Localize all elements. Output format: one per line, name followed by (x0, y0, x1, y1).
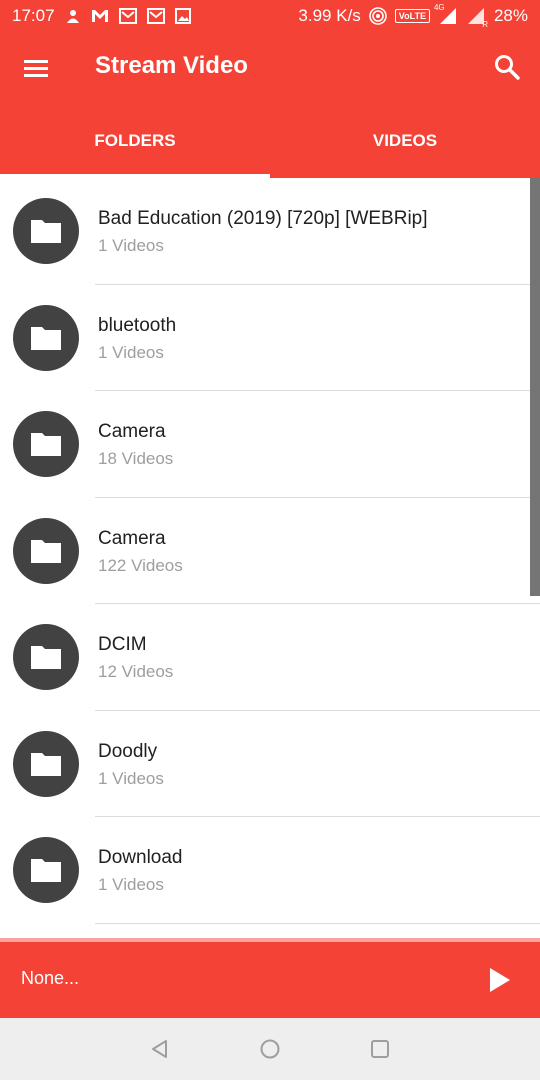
folder-name: Bad Education (2019) [720p] [WEBRip] (98, 208, 428, 229)
folder-video-count: 18 Videos (98, 449, 174, 468)
battery-level: 28% (493, 6, 528, 25)
mini-player[interactable]: None... (0, 942, 540, 1018)
status-time: 17:07 (12, 6, 55, 25)
folder-name: DCIM (98, 634, 147, 655)
folder-item[interactable]: DCIM 12 Videos (0, 604, 540, 711)
folder-list[interactable]: Bad Education (2019) [720p] [WEBRip] 1 V… (0, 178, 540, 938)
folder-icon (13, 837, 79, 903)
folder-video-count: 1 Videos (98, 342, 164, 362)
tab-bar: FOLDERS VIDEOS (0, 104, 540, 178)
folder-video-count: 1 Videos (98, 875, 164, 894)
gmail-icon (91, 9, 109, 23)
folder-icon (13, 198, 79, 264)
folder-name: bluetooth (98, 314, 177, 336)
folder-name: Doodly (98, 740, 158, 762)
folder-item[interactable]: bluetooth 1 Videos (0, 285, 540, 391)
system-nav-bar (0, 1018, 540, 1080)
folder-name: Download (98, 847, 183, 868)
back-icon[interactable] (148, 1037, 172, 1061)
folder-icon (13, 624, 79, 690)
folder-video-count: 1 Videos (98, 768, 164, 788)
folder-icon (13, 304, 79, 371)
signal-roaming-icon: R (466, 7, 488, 29)
folder-item[interactable]: Camera 122 Videos (0, 498, 540, 604)
signal-icon: 4G (434, 3, 458, 25)
divider (95, 922, 540, 924)
tab-videos[interactable]: VIDEOS (270, 104, 540, 178)
folder-icon (13, 411, 79, 477)
folder-icon (13, 730, 79, 797)
app-bar: Stream Video (0, 32, 540, 104)
notification-app-icon (65, 8, 81, 24)
tab-folders[interactable]: FOLDERS (0, 104, 270, 178)
home-icon[interactable] (258, 1037, 282, 1061)
mail-icon (118, 8, 137, 24)
folder-name: Camera (98, 527, 166, 549)
image-icon (174, 8, 191, 24)
volte-badge: VoLTE (394, 9, 430, 23)
status-bar: 17:07 3.99 K/s VoLTE 4G R 28% (0, 0, 540, 32)
folder-item[interactable]: Download 1 Videos (0, 817, 540, 924)
hamburger-menu-icon[interactable] (22, 54, 50, 82)
play-icon[interactable] (486, 965, 514, 995)
folder-video-count: 12 Videos (98, 662, 174, 681)
hotspot-icon (368, 7, 387, 25)
folder-name: Camera (98, 421, 166, 442)
recents-icon[interactable] (368, 1037, 392, 1061)
folder-item[interactable]: Camera 18 Videos (0, 391, 540, 498)
folder-video-count: 122 Videos (98, 555, 183, 575)
folder-icon (13, 517, 79, 584)
network-speed: 3.99 K/s (298, 6, 361, 25)
mail-icon (146, 8, 165, 24)
folder-item[interactable]: Doodly 1 Videos (0, 711, 540, 817)
folder-item[interactable]: Bad Education (2019) [720p] [WEBRip] 1 V… (0, 178, 540, 285)
now-playing-text: None... (21, 968, 80, 988)
search-icon[interactable] (492, 52, 522, 82)
folder-video-count: 1 Videos (98, 236, 164, 255)
app-title: Stream Video (95, 52, 248, 79)
scrollbar[interactable] (530, 178, 540, 596)
